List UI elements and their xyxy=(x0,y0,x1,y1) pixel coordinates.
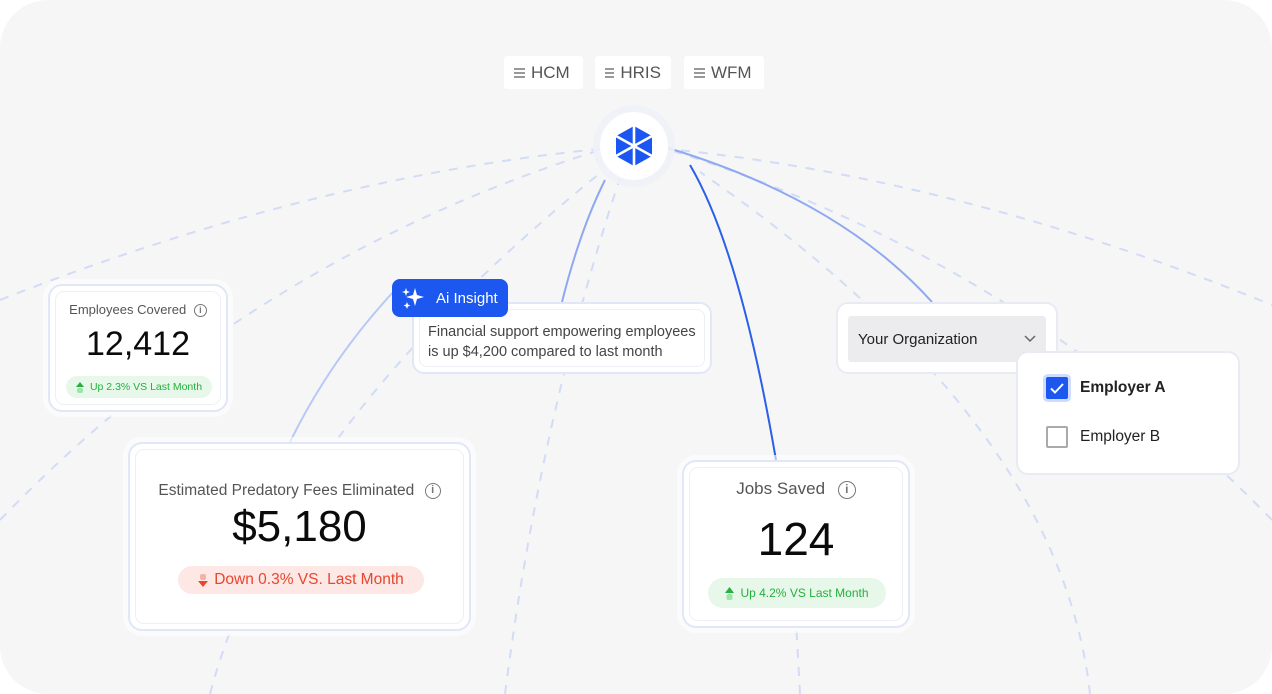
card-title: Jobs Saved xyxy=(736,479,826,498)
tab-hcm[interactable]: HCM xyxy=(504,56,583,89)
organization-select-label: Your Organization xyxy=(858,330,978,348)
tab-hris[interactable]: HRIS xyxy=(595,56,671,89)
card-title: Estimated Predatory Fees Eliminated xyxy=(158,482,415,499)
card-title-row: Employees Covered i xyxy=(50,302,226,318)
employer-option-a[interactable]: Employer A xyxy=(1046,377,1166,399)
info-icon[interactable]: i xyxy=(193,304,207,318)
checkbox-checked[interactable] xyxy=(1046,377,1068,399)
ai-insight-tag: Ai Insight xyxy=(392,279,508,317)
card-title-row: Jobs Saved i xyxy=(684,479,908,499)
trend-text: Down 0.3% VS. Last Month xyxy=(214,571,404,588)
list-icon xyxy=(694,67,705,78)
insight-text: Financial support empowering employees i… xyxy=(428,324,696,360)
employer-label: Employer B xyxy=(1080,428,1161,445)
jobs-saved-card: Jobs Saved i 124 Up 4.2% VS Last Month xyxy=(682,460,910,628)
card-title: Employees Covered xyxy=(69,302,187,317)
trend-badge: Up 4.2% VS Last Month xyxy=(708,578,886,608)
card-value: $5,180 xyxy=(232,502,367,551)
card-value: 124 xyxy=(757,513,835,565)
list-icon xyxy=(605,67,615,78)
tab-label: WFM xyxy=(711,62,752,82)
arrow-up-icon xyxy=(725,586,735,600)
hub-node xyxy=(600,112,668,180)
dashboard-canvas: HCM HRIS WFM Employees Covered i 12,412 … xyxy=(0,0,1272,694)
employer-dropdown: Employer A Employer B xyxy=(1016,351,1240,475)
employees-covered-card: Employees Covered i 12,412 Up 2.3% VS La… xyxy=(48,284,228,412)
info-icon[interactable]: i xyxy=(424,482,441,499)
check-icon xyxy=(1050,382,1064,394)
employer-option-b[interactable]: Employer B xyxy=(1046,426,1160,448)
organization-select[interactable]: Your Organization xyxy=(848,316,1046,362)
list-icon xyxy=(514,67,525,78)
fees-eliminated-card: Estimated Predatory Fees Eliminated i $5… xyxy=(128,442,471,631)
hexagon-logo-icon xyxy=(615,126,653,166)
tab-label: HCM xyxy=(531,62,570,82)
trend-text: Up 4.2% VS Last Month xyxy=(740,586,869,600)
sparkle-icon xyxy=(402,288,424,309)
card-value: 12,412 xyxy=(86,325,190,363)
tab-wfm[interactable]: WFM xyxy=(684,56,764,89)
ai-tag-label: Ai Insight xyxy=(436,289,498,307)
trend-text: Up 2.3% VS Last Month xyxy=(89,381,203,393)
tab-label: HRIS xyxy=(620,62,661,82)
info-icon[interactable]: i xyxy=(837,480,856,499)
employer-label: Employer A xyxy=(1080,379,1166,396)
arrow-down-icon xyxy=(198,573,209,587)
card-title-row: Estimated Predatory Fees Eliminated i xyxy=(130,482,469,500)
trend-badge: Up 2.3% VS Last Month xyxy=(66,376,212,398)
chevron-down-icon xyxy=(1024,335,1036,343)
checkbox-unchecked[interactable] xyxy=(1046,426,1068,448)
trend-badge: Down 0.3% VS. Last Month xyxy=(178,566,424,594)
arrow-up-icon xyxy=(75,381,84,393)
